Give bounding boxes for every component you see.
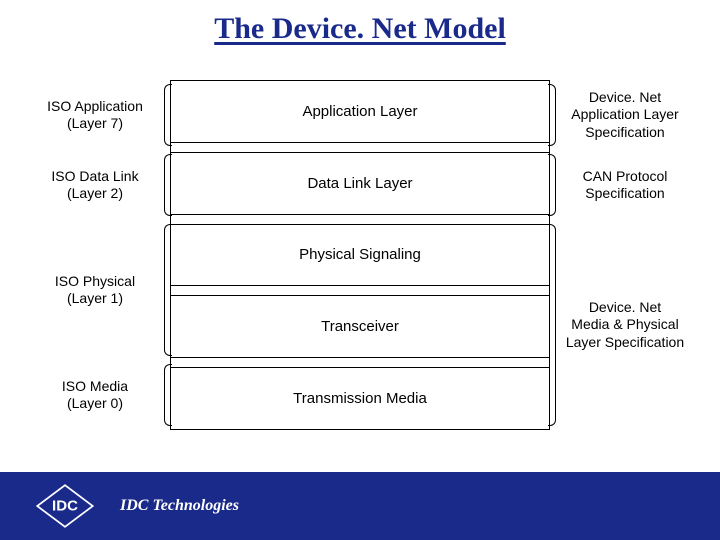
layer-label: Transceiver [321,318,399,335]
footer-bar: IDC IDC Technologies [0,472,720,540]
spec-media-physical: Device. Net Media & Physical Layer Speci… [550,220,700,430]
brace-icon [548,84,556,146]
layer-spacer [170,215,550,225]
spec-line: Specification [550,124,700,142]
iso-media-label: ISO Media (Layer 0) [20,360,170,430]
idc-logo-icon: IDC [36,484,94,528]
iso-layer-number: (Layer 1) [20,290,170,308]
iso-physical-label: ISO Physical (Layer 1) [20,220,170,360]
layer-spacer [170,286,550,296]
brace-icon [548,154,556,216]
brace-icon [548,224,556,426]
brace-icon [164,364,172,426]
iso-layer-name: ISO Application [20,98,170,116]
layer-label: Transmission Media [293,390,427,407]
layer-physical-signaling: Physical Signaling [170,225,550,287]
layer-stack: Application Layer Data Link Layer Physic… [170,80,550,430]
spec-line: Specification [550,185,700,203]
spec-line: CAN Protocol [550,168,700,186]
iso-layer-number: (Layer 2) [20,185,170,203]
spec-line: Application Layer [550,106,700,124]
spec-line: Device. Net [550,299,700,317]
layer-spacer [170,143,550,153]
spec-line: Media & Physical [550,316,700,334]
iso-layer-number: (Layer 0) [20,395,170,413]
page-title: The Device. Net Model [0,0,720,46]
iso-datalink-label: ISO Data Link (Layer 2) [20,150,170,220]
spec-line: Layer Specification [550,334,700,352]
layer-label: Physical Signaling [299,246,421,263]
layer-application: Application Layer [170,81,550,143]
layer-transmission-media: Transmission Media [170,368,550,430]
layer-datalink: Data Link Layer [170,153,550,215]
iso-labels-column: ISO Application (Layer 7) ISO Data Link … [20,80,170,430]
brace-icon [164,84,172,146]
spec-line: Device. Net [550,89,700,107]
devicenet-model-diagram: ISO Application (Layer 7) ISO Data Link … [20,80,700,430]
layer-spacer [170,358,550,368]
iso-layer-name: ISO Physical [20,273,170,291]
footer-company: IDC Technologies [120,497,239,515]
layer-label: Application Layer [302,103,417,120]
spec-can-protocol: CAN Protocol Specification [550,150,700,220]
layer-label: Data Link Layer [307,175,412,192]
brace-icon [164,154,172,216]
iso-layer-name: ISO Data Link [20,168,170,186]
spec-labels-column: Device. Net Application Layer Specificat… [550,80,700,430]
logo-text: IDC [52,498,78,515]
iso-layer-number: (Layer 7) [20,115,170,133]
brace-icon [164,224,172,356]
layer-transceiver: Transceiver [170,296,550,358]
spec-application: Device. Net Application Layer Specificat… [550,80,700,150]
iso-layer-name: ISO Media [20,378,170,396]
iso-application-label: ISO Application (Layer 7) [20,80,170,150]
